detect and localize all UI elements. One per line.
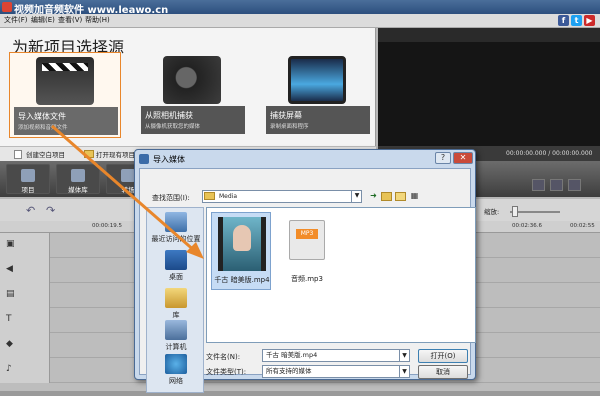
fit-icon[interactable] [532,179,545,191]
filename-value: 千古 暗美版.mp4 [266,351,318,359]
file-name: 千古 暗美版.mp4 [214,276,270,284]
preview-screen [378,28,600,146]
undo-icon[interactable]: ↶ [26,204,35,217]
youtube-icon[interactable]: ▶ [584,15,595,26]
filename-label: 文件名(N): [206,353,241,361]
audio-track-icon[interactable]: ◀ [6,264,16,274]
tab-media-library[interactable]: 媒体库 [56,164,100,194]
video-file-icon [218,217,266,271]
redo-icon[interactable]: ↷ [46,204,55,217]
libraries-icon [165,288,187,308]
create-blank-project[interactable]: 创建空白项目 [26,149,65,159]
media-library-icon [71,169,85,182]
app-logo-icon [2,2,12,12]
effect-track-icon[interactable]: ◆ [6,339,16,349]
import-media-tile[interactable]: 导入媒体文件 添加视频和音频文件 [9,52,121,138]
twitter-icon[interactable]: t [571,15,582,26]
tool-label: 项目 [21,186,35,194]
dialog-title: 导入媒体 [153,155,185,164]
recent-places-icon [165,212,187,232]
video-track-icon[interactable]: ▣ [6,239,16,249]
menu-help[interactable]: 帮助(H) [85,15,110,25]
menu-edit[interactable]: 编辑(E) [31,15,55,25]
snapshot-icon[interactable] [550,179,563,191]
chevron-down-icon[interactable]: ▼ [399,350,409,361]
open-folder-icon [84,150,94,158]
ruler-tick: 00:00:19.5 [92,223,122,229]
chevron-down-icon[interactable]: ▼ [351,190,362,203]
file-list: 千古 暗美版.mp4 MP3 音频.mp3 [206,207,476,343]
tool-label: 媒体库 [68,186,88,194]
menu-bar: 文件(F) 编辑(E) 查看(V) 帮助(H) [0,14,600,28]
clapperboard-icon [36,57,94,105]
file-name: 音频.mp3 [291,275,323,283]
preview-header [378,28,600,42]
lookin-value: Media [219,193,238,200]
close-button[interactable]: ✕ [453,152,473,164]
file-item-audio[interactable]: MP3 音频.mp3 [277,212,337,290]
filetype-label: 文件类型(T): [206,368,247,376]
import-media-dialog: 导入媒体 ? ✕ 查找范围(I): Media ▼ ➜ ▦ 最近访问的位置 桌面 [134,149,476,393]
cancel-button[interactable]: 取消 [418,365,468,379]
place-network[interactable]: 网络 [147,352,205,396]
place-label: 桌面 [169,273,183,281]
open-existing-project[interactable]: 打开现有项目 [96,149,135,159]
back-icon[interactable]: ➜ [368,191,379,202]
audio-file-icon: MP3 [289,220,325,260]
tile-sublabel: 从摄像机获取您的媒体 [145,124,201,130]
zoom-slider-thumb[interactable] [512,206,518,217]
ruler-tick: 00:02:55 [570,223,595,229]
chevron-down-icon[interactable]: ▼ [399,366,409,377]
screen-capture-tile[interactable]: 捕获屏幕 录制桌面和程序 [262,52,374,138]
menu-file[interactable]: 文件(F) [4,15,28,25]
view-menu-icon[interactable]: ▦ [409,191,420,202]
app-window: 视频加音频软件 www.leawo.cn 文件(F) 编辑(E) 查看(V) 帮… [0,0,600,393]
desktop-icon [165,250,187,270]
filename-input[interactable]: 千古 暗美版.mp4 ▼ [262,349,410,362]
places-bar: 最近访问的位置 桌面 库 计算机 网络 [146,207,204,393]
text-track-icon[interactable]: T [6,314,16,324]
tile-sublabel: 添加视频和音频文件 [18,125,68,131]
place-label: 计算机 [165,343,187,351]
project-icon [21,169,35,182]
tile-sublabel: 录制桌面和程序 [270,124,309,130]
tile-label: 捕获屏幕 [270,111,302,120]
fullscreen-icon[interactable] [568,179,581,191]
folder-icon [204,192,215,200]
zoom-label: 缩放: [484,208,500,216]
lookin-label: 查找范围(I): [152,194,190,202]
camcorder-icon [163,56,221,104]
filetype-select[interactable]: 所有支持的媒体 ▼ [262,365,410,378]
menu-view[interactable]: 查看(V) [58,15,82,25]
filetype-value: 所有支持的媒体 [266,367,312,375]
overlay-track-icon[interactable]: ▤ [6,289,16,299]
dialog-app-icon [139,154,149,164]
place-label: 最近访问的位置 [151,235,201,243]
ruler-tick: 00:02:36.6 [512,223,542,229]
tile-label: 导入媒体文件 [18,112,66,121]
help-button[interactable]: ? [435,152,451,164]
up-folder-icon[interactable] [381,192,392,201]
file-item-video[interactable]: 千古 暗美版.mp4 [211,212,271,290]
camera-capture-tile[interactable]: 从照相机捕获 从摄像机获取您的媒体 [137,52,249,138]
computer-icon [165,320,187,340]
tab-project[interactable]: 项目 [6,164,50,194]
network-icon [165,354,187,374]
dialog-body: 查找范围(I): Media ▼ ➜ ▦ 最近访问的位置 桌面 库 计算机 网络… [139,168,476,393]
facebook-icon[interactable]: f [558,15,569,26]
place-label: 网络 [169,377,183,385]
transition-icon [121,169,135,182]
open-button[interactable]: 打开(O) [418,349,468,363]
tile-label: 从照相机捕获 [145,111,193,120]
title-bar: 视频加音频软件 www.leawo.cn [0,0,600,16]
new-folder-icon[interactable] [395,192,406,201]
timecode-readout: 00:00:00.000 / 00:00:00.000 [506,150,593,157]
monitor-icon [288,56,346,104]
lookin-select[interactable]: Media [202,190,362,203]
music-track-icon[interactable]: ♪ [6,364,16,374]
blank-page-icon [14,150,22,159]
